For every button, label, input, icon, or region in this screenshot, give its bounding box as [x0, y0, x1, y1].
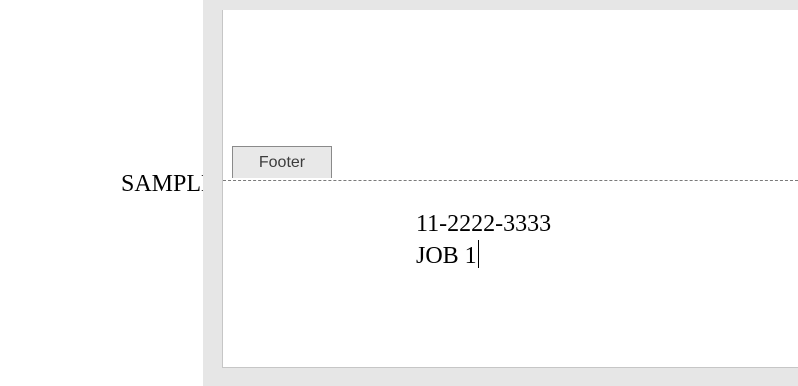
footer-text-area[interactable]: 11-2222-3333 JOB 1: [416, 208, 551, 272]
footer-tab[interactable]: Footer: [232, 146, 332, 178]
footer-job-line[interactable]: JOB 1: [416, 240, 551, 272]
document-page[interactable]: [222, 10, 798, 368]
text-cursor: [477, 240, 479, 268]
footer-job-text[interactable]: JOB 1: [416, 243, 477, 269]
footer-separator: [223, 180, 798, 181]
footer-phone-line[interactable]: 11-2222-3333: [416, 208, 551, 240]
